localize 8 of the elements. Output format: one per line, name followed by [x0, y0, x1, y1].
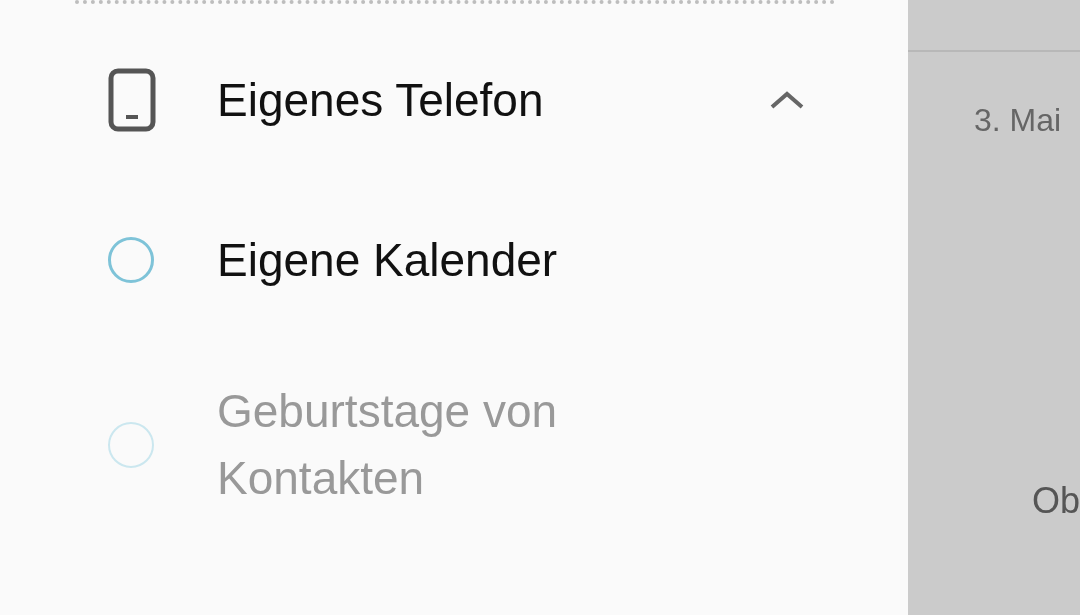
phone-icon — [108, 68, 156, 132]
event-text: Ob — [1031, 479, 1080, 523]
calendar-toggle[interactable] — [108, 422, 154, 468]
calendar-toggle[interactable] — [108, 237, 154, 283]
calendar-name[interactable]: Eigene Kalender — [217, 226, 657, 294]
chevron-icon — [769, 90, 805, 110]
section-title: Eigenes Telefon — [217, 72, 545, 128]
date-label: 3. Mai — [973, 101, 1063, 140]
